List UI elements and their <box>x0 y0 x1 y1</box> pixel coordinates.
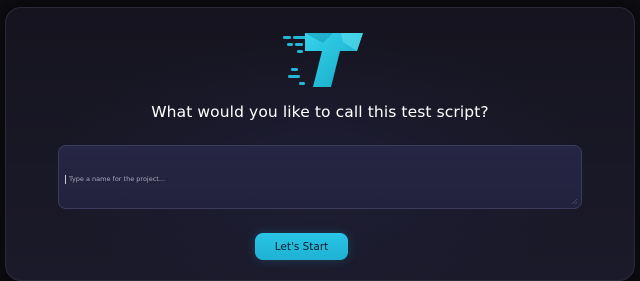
brand-logo-icon <box>283 33 363 87</box>
lets-start-button[interactable]: Let's Start <box>255 233 348 260</box>
text-caret <box>65 175 66 184</box>
name-script-dialog: What would you like to call this test sc… <box>5 7 635 281</box>
project-name-input[interactable] <box>69 170 569 188</box>
resize-handle-icon[interactable] <box>570 197 578 205</box>
dialog-title: What would you like to call this test sc… <box>151 103 489 121</box>
project-name-field[interactable] <box>58 145 582 209</box>
